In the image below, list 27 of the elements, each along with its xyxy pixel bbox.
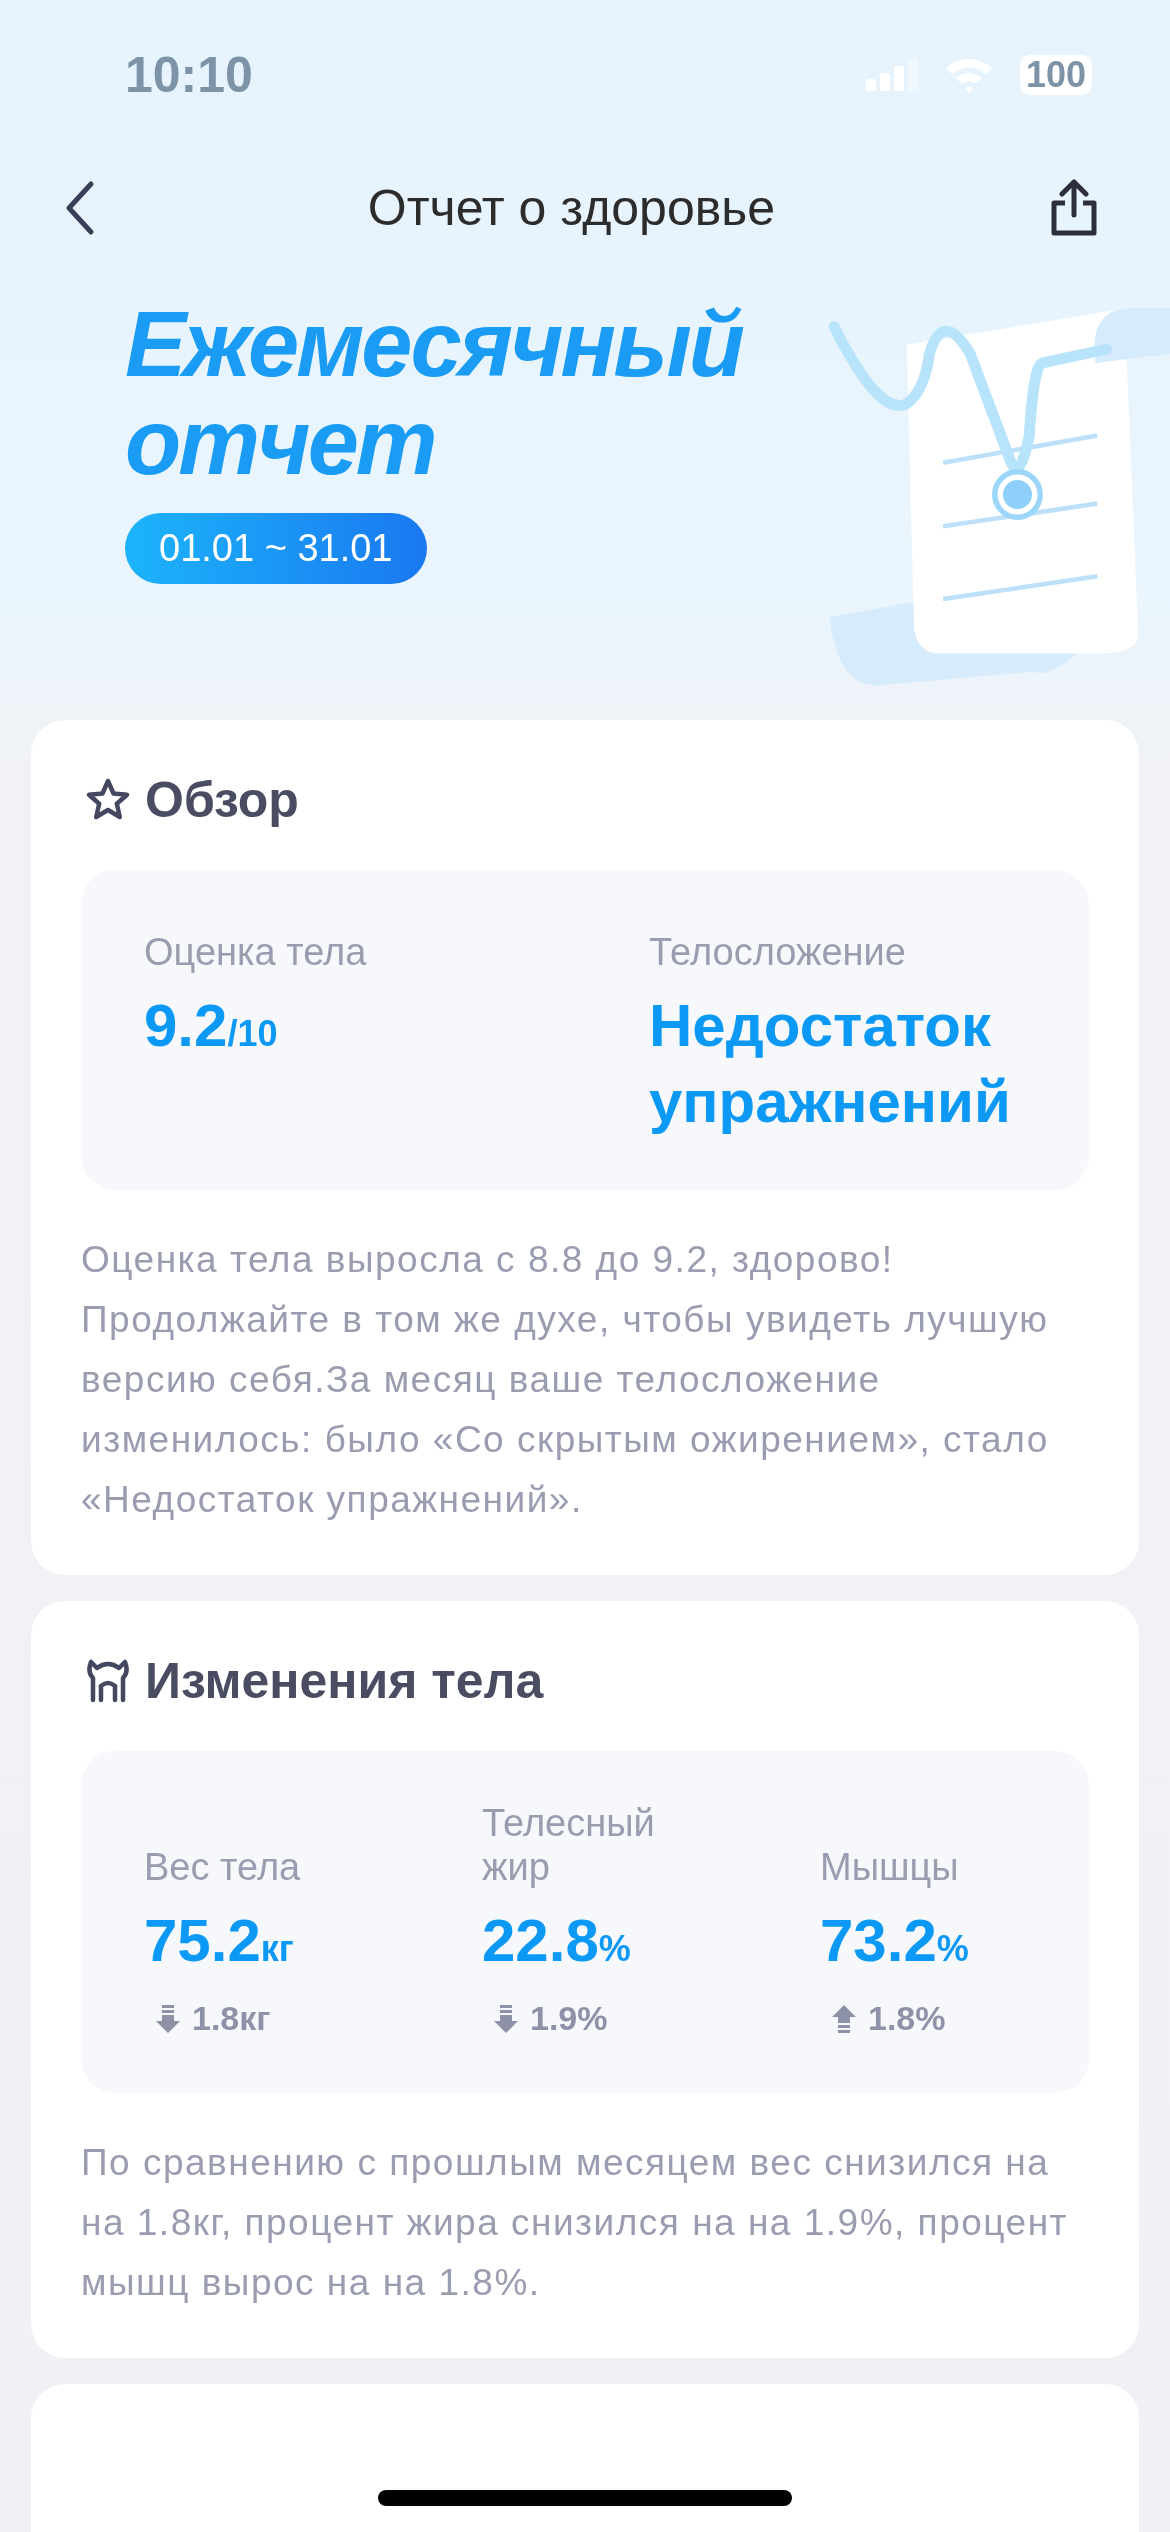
stat-value: 9.2/10 (144, 991, 279, 1061)
section-title: Обзор (145, 771, 299, 829)
change-value: 1.9% (530, 1999, 608, 2038)
up-arrow-icon (832, 2004, 856, 2033)
stat-value: 22.8% (482, 1906, 632, 1976)
down-arrow-icon (494, 2004, 518, 2033)
stat-label: Вес тела (144, 1845, 302, 1889)
stat-label: Телесный жир (482, 1801, 656, 1889)
change-value: 1.8кг (192, 1999, 271, 2038)
stat-value: 73.2% (820, 1906, 970, 1976)
section-title: Изменения тела (145, 1652, 544, 1710)
date-range-badge: 01.01 ~ 31.01 (125, 513, 427, 584)
back-icon[interactable] (65, 179, 95, 236)
stat-value: 75.2кг (144, 1906, 295, 1976)
battery-level: 100 (1025, 54, 1086, 96)
summary-text: По сравнению с прошлым месяцем вес снизился на на 1.8кг, процент жира снизился на на 1.9%, процент мышц вырос на на 1.8%. (81, 2141, 1070, 2305)
change-value: 1.8% (868, 1999, 946, 2038)
status-time: 10:10 (125, 46, 253, 104)
stat-label: Мышцы (820, 1845, 960, 1889)
stat-label: Телосложение (649, 930, 907, 974)
down-arrow-icon (156, 2004, 180, 2033)
stat-label: Оценка тела (144, 930, 368, 974)
stat-value: Недостаток упражнений (649, 991, 1012, 1137)
summary-text: Оценка тела выросла с 8.8 до 9.2, здорово! Продолжайте в том же духе, чтобы увидеть лучшую версию себя.За месяц ваше телосложение изменилось: было «Со скрытым ожирением», стало «Недостаток упражнений». (81, 1238, 1050, 1522)
signal-icon (865, 59, 918, 91)
report-title: Ежемесячный отчет (125, 295, 744, 491)
page-title: Отчет о здоровье (367, 178, 776, 237)
